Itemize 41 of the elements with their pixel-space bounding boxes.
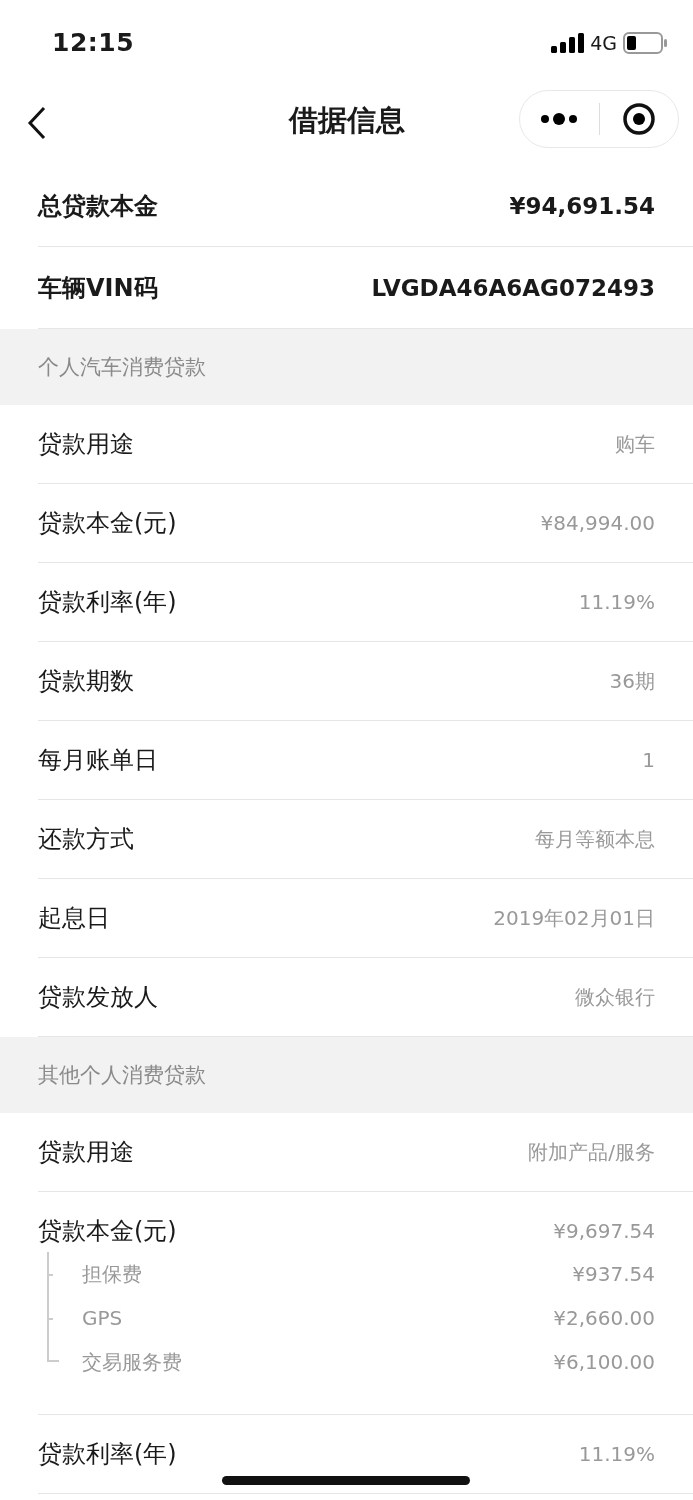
sub-item-value: ¥937.54: [572, 1262, 655, 1286]
row-value: 微众银行: [575, 983, 655, 1011]
row-value: 36期: [609, 667, 655, 695]
sub-item-value: ¥2,660.00: [553, 1306, 655, 1330]
row-label: 每月账单日: [38, 745, 158, 776]
row-label: 贷款本金(元): [38, 508, 177, 539]
row-label: 贷款本金(元): [38, 1216, 177, 1247]
page-title: 借据信息: [287, 102, 406, 139]
row-label: 贷款发放人: [38, 982, 158, 1013]
row-value: LVGDA46A6AG072493: [371, 274, 655, 301]
row-label: 贷款用途: [38, 429, 134, 460]
target-icon: [621, 102, 656, 136]
row-label: 还款方式: [38, 824, 134, 855]
row-value: 11.19%: [578, 590, 655, 614]
section-header: 个人汽车消费贷款: [38, 354, 206, 381]
row-label: 贷款利率(年): [38, 1439, 177, 1470]
battery-icon: [623, 31, 667, 54]
row-value: ¥9,697.54: [553, 1219, 655, 1243]
row-label: 总贷款本金: [38, 190, 158, 222]
row-label: 车辆VIN码: [38, 272, 158, 304]
row-value: ¥84,994.00: [540, 511, 655, 535]
row-value: 1: [642, 748, 655, 772]
section-header: 其他个人消费贷款: [38, 1062, 206, 1089]
signal-icon: [551, 32, 585, 53]
sub-item-label: GPS: [82, 1306, 123, 1330]
row-label: 贷款用途: [38, 1137, 134, 1168]
status-time: 12:15: [52, 28, 135, 57]
network-label: 4G: [590, 31, 617, 54]
more-icon: [540, 112, 579, 126]
row-value: 购车: [615, 430, 655, 458]
row-value: ¥94,691.54: [509, 192, 655, 219]
row-value: 2019年02月01日: [493, 904, 655, 932]
row-value: 11.19%: [578, 1442, 655, 1466]
sub-item-label: 担保费: [82, 1260, 142, 1288]
sub-item-value: ¥6,100.00: [553, 1350, 655, 1374]
row-value: 附加产品/服务: [528, 1138, 655, 1166]
row-value: 每月等额本息: [535, 825, 655, 853]
row-label: 贷款期数: [38, 666, 134, 697]
sub-item-label: 交易服务费: [82, 1348, 182, 1376]
row-label: 起息日: [38, 903, 110, 934]
row-label: 贷款利率(年): [38, 587, 177, 618]
